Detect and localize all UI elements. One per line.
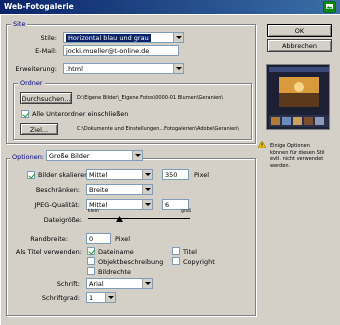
filesize-slider[interactable]: [88, 218, 190, 219]
border-width-unit: Pixel: [115, 235, 131, 243]
cancel-button[interactable]: Abbrechen: [267, 39, 332, 52]
options-select-value: Große Bilder: [49, 152, 90, 160]
scale-size-value: Mittel: [89, 171, 108, 179]
chevron-down-icon: [173, 33, 183, 42]
include-subfolders-label: Alle Unterordner einschließen: [32, 110, 129, 118]
warning-triangle-icon: [258, 141, 266, 148]
title-checkbox[interactable]: [172, 247, 180, 255]
style-warning-note: Einige Optionen können für diesen Stil e…: [270, 143, 338, 169]
note-line-4: werden.: [270, 162, 291, 169]
style-select-value: Horizontal blau und grau: [66, 34, 151, 42]
ok-button[interactable]: OK: [267, 24, 332, 37]
scale-pixels-field[interactable]: 350: [162, 169, 189, 180]
style-preview-image: [266, 64, 330, 130]
title-use-label: Als Titel verwenden:: [15, 248, 82, 256]
copyright-label: Copyright: [183, 258, 215, 266]
source-path: D:\Eigene Bilder\_Eigene Fotos\0000-01 B…: [77, 95, 224, 101]
chevron-down-icon: [142, 200, 152, 209]
filesize-label: Dateigröße:: [43, 216, 82, 224]
title-bar: Web-Fotogalerie: [0, 0, 340, 14]
constrain-label: Beschränken:: [35, 186, 80, 194]
chevron-down-icon: [142, 170, 152, 179]
filesize-large-label: groß: [181, 209, 192, 214]
folder-legend: Ordner: [18, 79, 45, 87]
jpeg-quality-label: JPEG-Qualität:: [34, 201, 80, 209]
font-select[interactable]: Arial: [86, 278, 153, 289]
filename-label: Dateiname: [98, 248, 134, 256]
scale-images-checkbox[interactable]: [27, 171, 35, 179]
filesize-slider-thumb[interactable]: [116, 216, 123, 222]
style-select[interactable]: Horizontal blau und grau: [63, 32, 184, 43]
credits-label: Bildrechte: [98, 268, 131, 276]
app-icon: [323, 1, 336, 13]
caption-label: Objektbeschreibung: [98, 258, 164, 266]
scale-pixels-unit: Pixel: [194, 171, 210, 179]
chevron-down-icon: [142, 279, 152, 288]
font-size-label: Schriftgrad:: [41, 294, 80, 302]
chevron-down-icon: [173, 64, 183, 73]
font-label: Schrift:: [56, 280, 80, 288]
options-label: Optionen:: [10, 153, 47, 161]
caption-checkbox[interactable]: [87, 257, 95, 265]
font-size-select[interactable]: 1: [86, 292, 116, 303]
chevron-down-icon: [132, 151, 142, 160]
target-button[interactable]: Ziel...: [20, 123, 58, 135]
filename-checkbox[interactable]: [87, 247, 95, 255]
scale-images-label: Bilder skalieren:: [38, 171, 91, 179]
jpeg-quality-value: Mittel: [89, 201, 108, 209]
font-size-value: 1: [89, 294, 94, 302]
credits-checkbox[interactable]: [87, 267, 95, 275]
include-subfolders-checkbox[interactable]: [21, 110, 29, 118]
title-label: Titel: [183, 248, 197, 256]
target-path: C:\Dokumente und Einstellungen...Fotogal…: [77, 126, 240, 132]
chevron-down-icon: [142, 185, 152, 194]
filesize-small-label: klein: [88, 209, 99, 214]
border-width-field[interactable]: 0: [86, 233, 111, 244]
extension-select[interactable]: .html: [63, 63, 184, 74]
font-value: Arial: [89, 280, 104, 288]
extension-select-value: .html: [66, 65, 83, 73]
browse-button[interactable]: Durchsuchen...: [20, 92, 72, 104]
constrain-select[interactable]: Breite: [86, 184, 153, 195]
email-field[interactable]: jocki.mueller@t-online.de: [63, 45, 179, 56]
window-title: Web-Fotogalerie: [4, 2, 74, 11]
extension-label: Erweiterung:: [15, 65, 57, 73]
chevron-down-icon: [105, 293, 115, 302]
copyright-checkbox[interactable]: [172, 257, 180, 265]
site-legend: Site: [11, 20, 28, 28]
border-width-label: Randbreite:: [30, 235, 68, 243]
style-label: Stile:: [40, 34, 57, 42]
email-label: E-Mail:: [35, 47, 57, 55]
constrain-value: Breite: [89, 186, 109, 194]
options-select[interactable]: Große Bilder: [46, 150, 143, 161]
scale-size-select[interactable]: Mittel: [86, 169, 153, 180]
